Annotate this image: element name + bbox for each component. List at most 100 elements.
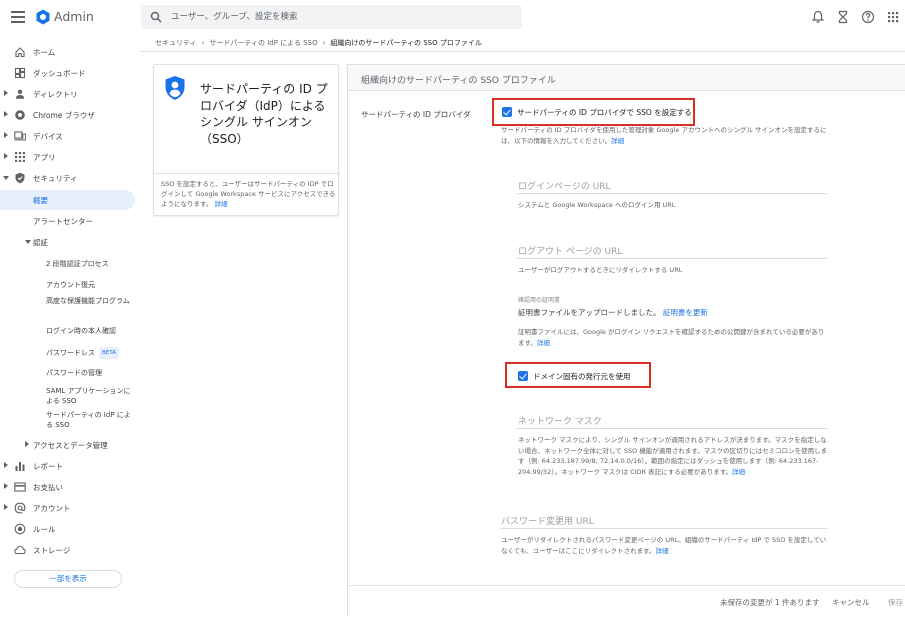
sidebar-item-label: セキュリティ — [33, 174, 78, 183]
sidebar-item-label: ダッシュボード — [33, 69, 86, 78]
expand-caret-icon[interactable] — [4, 504, 8, 510]
sidebar-item-home[interactable]: ホーム — [0, 42, 140, 62]
save-bar: 未保存の変更が 1 件あります キャンセル 保存 — [348, 585, 905, 617]
dashboard-icon — [14, 67, 26, 79]
sidebar-item-authentication[interactable]: 認証 — [0, 232, 140, 252]
update-certificate-link[interactable]: 証明書を更新 — [663, 308, 708, 317]
info-card-divider — [154, 173, 340, 174]
logout-url-description: ユーザーがログアウトするときにリダイレクトする URL — [518, 266, 683, 274]
rules-icon — [14, 523, 26, 535]
breadcrumb-separator-icon: › — [322, 39, 326, 47]
expand-caret-icon[interactable] — [4, 153, 8, 159]
main-menu-icon[interactable] — [11, 11, 25, 23]
info-card-learn-more-link[interactable]: 詳細 — [214, 200, 227, 208]
cert-description: 証明書ファイルには、Google がログイン リクエストを確認するための公開鍵が… — [518, 328, 825, 347]
breadcrumb-current: 組織向けのサードパーティの SSO プロファイル — [330, 39, 482, 47]
shield-icon — [15, 172, 25, 184]
sidebar-item-advanced-protection[interactable]: 高度な保護機能プログラム — [46, 296, 132, 306]
search-input[interactable] — [171, 5, 511, 29]
sidebar-item-login-challenge[interactable]: ログイン時の本人確認 — [46, 326, 146, 336]
notifications-bell-icon[interactable] — [811, 10, 825, 24]
sidebar-item-overview[interactable]: 概要 — [0, 190, 135, 210]
breadcrumb-security[interactable]: セキュリティ — [155, 39, 197, 47]
person-icon — [15, 89, 25, 99]
sidebar-item-apps[interactable]: アプリ — [0, 147, 140, 167]
breadcrumb-third-party-sso[interactable]: サードパーティの IdP による SSO — [209, 39, 317, 47]
sso-description: サードパーティの ID プロバイダを使用した管理対象 Google アカウントへ… — [501, 126, 827, 145]
sidebar-item-rules[interactable]: ルール — [0, 519, 140, 539]
sidebar-item-label: 認証 — [33, 238, 48, 247]
network-mask-label[interactable]: ネットワーク マスク — [518, 414, 602, 427]
cert-small-label: 確認用の証明書 — [518, 297, 561, 304]
info-card-title: サードパーティの ID プロバイダ（IdP）によるシングル サインオン（SSO） — [200, 82, 328, 146]
expand-caret-icon[interactable] — [25, 441, 29, 447]
expand-caret-icon[interactable] — [4, 132, 8, 138]
unsaved-changes-text: 未保存の変更が 1 件あります — [720, 598, 820, 607]
network-mask-input[interactable] — [517, 428, 827, 429]
sidebar-item-billing[interactable]: お支払い — [0, 477, 140, 497]
sso-profile-panel: 組織向けのサードパーティの SSO プロファイル サードパーティの ID プロバ… — [347, 64, 905, 617]
sso-enable-checkbox[interactable] — [502, 107, 512, 117]
tasks-hourglass-icon[interactable] — [836, 10, 850, 24]
sidebar-item-reports[interactable]: レポート — [0, 456, 140, 476]
info-card: サードパーティの ID プロバイダ（IdP）によるシングル サインオン（SSO）… — [153, 64, 340, 216]
expand-caret-icon[interactable] — [4, 462, 8, 468]
sidebar-item-alert-center[interactable]: アラートセンター — [0, 211, 140, 231]
help-icon[interactable] — [861, 10, 875, 24]
sidebar-item-devices[interactable]: デバイス — [0, 126, 140, 146]
sso-learn-more-link[interactable]: 詳細 — [611, 137, 624, 145]
idp-row-label: サードパーティの ID プロバイダ — [361, 110, 471, 119]
collapse-caret-icon[interactable] — [25, 240, 31, 244]
password-change-url-label[interactable]: パスワード変更用 URL — [501, 514, 594, 527]
app-title[interactable]: Admin — [54, 9, 94, 24]
sidebar-item-password-management[interactable]: パスワードの管理 — [46, 368, 146, 378]
expand-caret-icon[interactable] — [4, 111, 8, 117]
panel-header: 組織向けのサードパーティの SSO プロファイル — [348, 65, 905, 91]
top-bar: Admin — [0, 0, 905, 34]
sidebar-item-chrome-browser[interactable]: Chrome ブラウザ — [0, 105, 140, 125]
sidebar-item-passwordless[interactable]: パスワードレス BETA — [46, 347, 146, 359]
bar-chart-icon — [15, 462, 25, 471]
sidebar-item-label: アラートセンター — [33, 217, 93, 226]
devices-icon — [14, 131, 26, 141]
domain-specific-issuer-label: ドメイン固有の発行元を使用 — [533, 372, 631, 381]
sidebar-item-security[interactable]: セキュリティ — [0, 168, 140, 188]
network-mask-learn-more-link[interactable]: 詳細 — [732, 468, 745, 476]
sidebar-item-label: ホーム — [33, 48, 56, 57]
sidebar-item-2-step-verification[interactable]: 2 段階認証プロセス — [46, 259, 146, 269]
network-mask-description: ネットワーク マスクにより、シングル サインオンが適用されるアドレスが決まります… — [518, 436, 828, 476]
sidebar-item-third-party-idp-sso[interactable]: サードパーティの IdP による SSO — [46, 410, 136, 430]
search-bar[interactable] — [141, 5, 522, 29]
cert-learn-more-link[interactable]: 詳細 — [537, 339, 550, 347]
password-change-learn-more-link[interactable]: 詳細 — [656, 547, 669, 555]
admin-logo-icon[interactable] — [35, 9, 51, 25]
sidebar-item-label: ストレージ — [33, 546, 71, 555]
home-icon — [15, 47, 25, 58]
sidebar-item-dashboard[interactable]: ダッシュボード — [0, 63, 140, 83]
apps-launcher-icon[interactable] — [886, 10, 900, 24]
password-change-url-input[interactable] — [500, 528, 827, 529]
expand-caret-icon[interactable] — [4, 90, 8, 96]
sidebar-item-saml-sso[interactable]: SAML アプリケーションによる SSO — [46, 386, 132, 406]
sidebar-item-account-recovery[interactable]: アカウント復元 — [46, 280, 146, 290]
sidebar-item-storage[interactable]: ストレージ — [0, 540, 140, 560]
domain-specific-issuer-checkbox[interactable] — [518, 371, 528, 381]
sidebar-item-label: パスワードレス — [46, 349, 95, 357]
save-button[interactable]: 保存 — [888, 597, 903, 608]
sidebar-item-access-data-control[interactable]: アクセスとデータ管理 — [0, 435, 140, 455]
credit-card-icon — [14, 482, 26, 492]
beta-badge: BETA — [99, 347, 119, 359]
logout-url-label[interactable]: ログアウト ページの URL — [518, 244, 622, 257]
cancel-button[interactable]: キャンセル — [832, 597, 870, 608]
sso-enable-label: サードパーティの ID プロバイダで SSO を設定する — [517, 108, 692, 117]
login-url-label[interactable]: ログインページの URL — [518, 179, 611, 192]
login-url-input[interactable] — [517, 193, 827, 194]
expand-caret-icon[interactable] — [4, 483, 8, 489]
sidebar-item-account[interactable]: アカウント — [0, 498, 140, 518]
sidebar-item-directory[interactable]: ディレクトリ — [0, 84, 140, 104]
show-less-button[interactable]: 一部を表示 — [14, 570, 122, 588]
sidebar-item-label: Chrome ブラウザ — [33, 111, 95, 120]
logout-url-input[interactable] — [517, 258, 827, 259]
collapse-caret-icon[interactable] — [3, 176, 9, 180]
sidebar-item-label: デバイス — [33, 132, 63, 141]
